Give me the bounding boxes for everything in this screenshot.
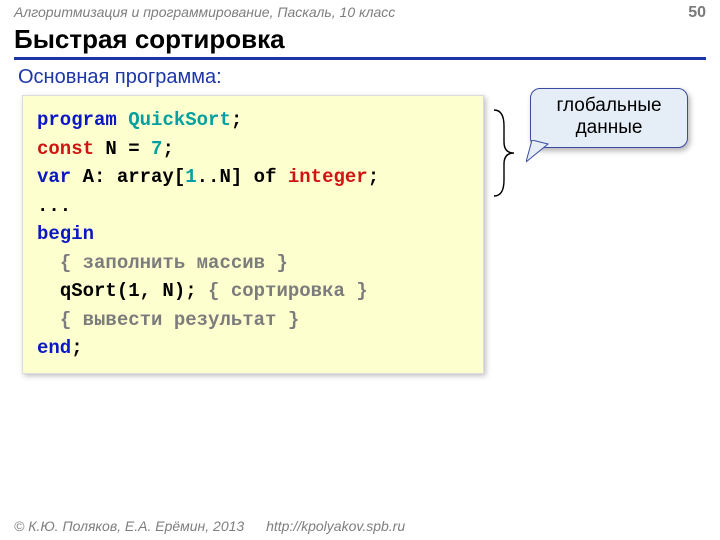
course-name: Алгоритмизация и программирование, Паска… (14, 4, 395, 20)
kw-program: program (37, 109, 117, 131)
code-line: program QuickSort; (37, 106, 469, 135)
slide-footer: © К.Ю. Поляков, Е.А. Ерёмин, 2013 http:/… (0, 514, 720, 540)
const-value: 7 (151, 138, 162, 160)
comment-output: { вывести результат } (60, 309, 299, 331)
code-line: end; (37, 334, 469, 363)
call-qsort: qSort(1, N); (60, 280, 197, 302)
comment-sort: { сортировка } (208, 280, 368, 302)
kw-end: end (37, 337, 71, 359)
callout-global-data: глобальные данные (530, 88, 688, 148)
code-block: program QuickSort; const N = 7; var A: a… (22, 95, 484, 374)
page-number: 50 (688, 4, 706, 22)
kw-begin: begin (37, 223, 94, 245)
code-line: { вывести результат } (37, 306, 469, 335)
copyright: © К.Ю. Поляков, Е.А. Ерёмин, 2013 (14, 518, 244, 534)
kw-const: const (37, 138, 94, 160)
callout-line: глобальные (535, 95, 683, 117)
program-name: QuickSort (128, 109, 231, 131)
type-integer: integer (288, 166, 368, 188)
callout-line: данные (535, 117, 683, 139)
code-line: { заполнить массив } (37, 249, 469, 278)
code-line: qSort(1, N); { сортировка } (37, 277, 469, 306)
footer-url: http://kpolyakov.spb.ru (266, 518, 405, 534)
code-line: begin (37, 220, 469, 249)
code-line: const N = 7; (37, 135, 469, 164)
title-underline (14, 57, 706, 60)
slide-header: Алгоритмизация и программирование, Паска… (0, 0, 720, 22)
code-line: ... (37, 192, 469, 221)
code-line: var A: array[1..N] of integer; (37, 163, 469, 192)
page-title: Быстрая сортировка (14, 24, 706, 55)
kw-var: var (37, 166, 71, 188)
comment-fill: { заполнить массив } (60, 252, 288, 274)
brace-icon (490, 108, 520, 198)
